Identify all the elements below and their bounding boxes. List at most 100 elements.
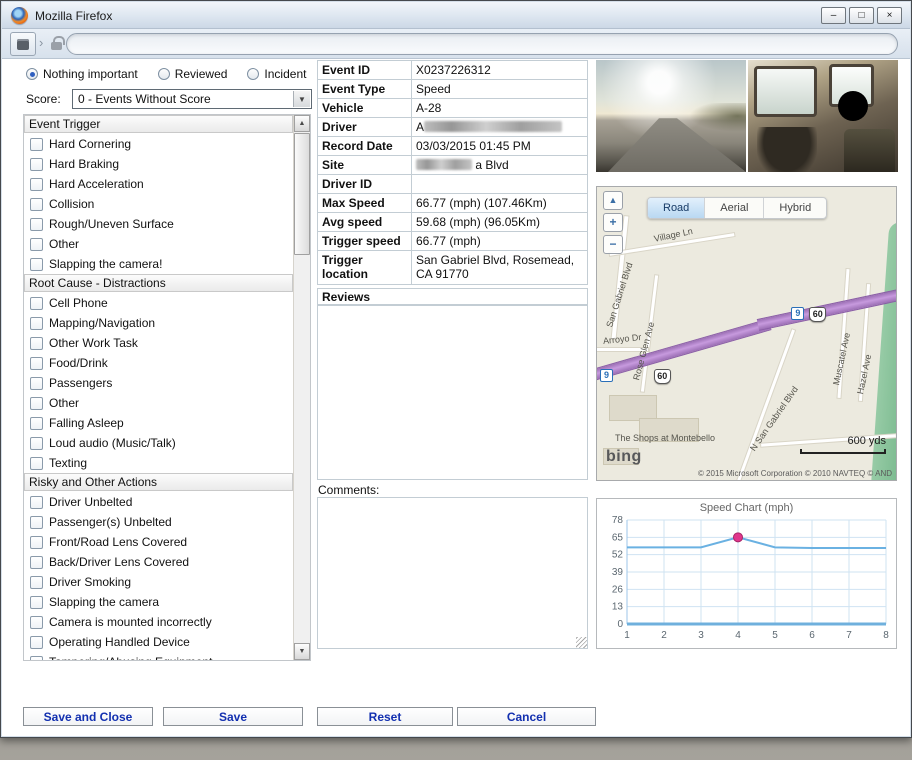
svg-text:65: 65 xyxy=(612,532,624,543)
radio-option-reviewed[interactable]: Reviewed xyxy=(158,67,228,81)
checkbox[interactable] xyxy=(30,437,43,450)
checklist-scrollbar[interactable]: ▲ ▼ xyxy=(293,115,310,660)
cab-camera-image[interactable] xyxy=(748,60,898,172)
checklist-item-other-work-task[interactable]: Other Work Task xyxy=(24,333,293,353)
checkbox[interactable] xyxy=(30,317,43,330)
checklist-item-tampering-abusing-equipment[interactable]: Tampering/Abusing Equipment xyxy=(24,652,293,660)
event-details-table: Event IDX0237226312Event TypeSpeedVehicl… xyxy=(317,60,588,285)
checkbox[interactable] xyxy=(30,377,43,390)
map-scale: 600 yds xyxy=(800,435,886,454)
map-compass-button[interactable]: ▲ xyxy=(603,191,623,210)
checklist-item-hard-cornering[interactable]: Hard Cornering xyxy=(24,134,293,154)
reset-button[interactable]: Reset xyxy=(317,707,453,726)
checkbox[interactable] xyxy=(30,357,43,370)
checklist-group-header: Event Trigger xyxy=(24,115,293,133)
checkbox[interactable] xyxy=(30,636,43,649)
checklist-item-front-road-lens-covered[interactable]: Front/Road Lens Covered xyxy=(24,532,293,552)
bing-logo: bing xyxy=(606,448,642,466)
checkbox[interactable] xyxy=(30,496,43,509)
checkbox[interactable] xyxy=(30,397,43,410)
map-zoom-out-button[interactable]: − xyxy=(603,235,623,254)
minimize-button[interactable]: – xyxy=(821,7,846,24)
cancel-button[interactable]: Cancel xyxy=(457,707,596,726)
dropdown-arrow-icon[interactable]: ▼ xyxy=(293,91,310,107)
checklist-item-food-drink[interactable]: Food/Drink xyxy=(24,353,293,373)
reviews-list xyxy=(317,305,588,480)
checkbox[interactable] xyxy=(30,158,43,171)
checklist-item-hard-braking[interactable]: Hard Braking xyxy=(24,154,293,174)
checklist-item-back-driver-lens-covered[interactable]: Back/Driver Lens Covered xyxy=(24,552,293,572)
camera-images xyxy=(596,60,898,172)
checklist-item-hard-acceleration[interactable]: Hard Acceleration xyxy=(24,174,293,194)
checkbox[interactable] xyxy=(30,576,43,589)
title-bar[interactable]: Mozilla Firefox – □ × xyxy=(2,2,910,29)
checkbox[interactable] xyxy=(30,218,43,231)
radio-option-nothing-important[interactable]: Nothing important xyxy=(26,67,138,81)
checkbox[interactable] xyxy=(30,238,43,251)
checkbox[interactable] xyxy=(30,258,43,271)
lock-icon[interactable] xyxy=(51,42,62,50)
checklist-item-label: Cell Phone xyxy=(49,296,108,310)
scroll-up-button[interactable]: ▲ xyxy=(294,115,310,132)
checklist-item-camera-is-mounted-incorrectly[interactable]: Camera is mounted incorrectly xyxy=(24,612,293,632)
checkbox[interactable] xyxy=(30,616,43,629)
checklist-item-other[interactable]: Other xyxy=(24,234,293,254)
checklist-item-mapping-navigation[interactable]: Mapping/Navigation xyxy=(24,313,293,333)
score-select[interactable]: 0 - Events Without Score ▼ xyxy=(72,89,312,109)
map-zoom-in-button[interactable]: + xyxy=(603,213,623,232)
checkbox[interactable] xyxy=(30,297,43,310)
map-freeway xyxy=(757,288,897,331)
save-button[interactable]: Save xyxy=(163,707,303,726)
checklist-item-falling-asleep[interactable]: Falling Asleep xyxy=(24,413,293,433)
checklist-item-passengers[interactable]: Passengers xyxy=(24,373,293,393)
radio-option-incident[interactable]: Incident xyxy=(247,67,306,81)
speed-chart: 123456780132639526578 xyxy=(597,514,896,646)
checkbox[interactable] xyxy=(30,556,43,569)
checklist-item-passenger-s-unbelted[interactable]: Passenger(s) Unbelted xyxy=(24,512,293,532)
checkbox[interactable] xyxy=(30,417,43,430)
radio-icon xyxy=(26,68,38,80)
checkbox[interactable] xyxy=(30,457,43,470)
map-type-aerial[interactable]: Aerial xyxy=(705,198,764,218)
url-input[interactable] xyxy=(66,33,898,55)
route-shield-60: 60 xyxy=(654,369,671,384)
checklist-item-label: Driver Smoking xyxy=(49,575,131,589)
checkbox[interactable] xyxy=(30,596,43,609)
checklist-item-collision[interactable]: Collision xyxy=(24,194,293,214)
checkbox[interactable] xyxy=(30,198,43,211)
checkbox[interactable] xyxy=(30,138,43,151)
save-and-close-button[interactable]: Save and Close xyxy=(23,707,153,726)
svg-text:26: 26 xyxy=(612,584,624,595)
checklist-item-slapping-the-camera[interactable]: Slapping the camera! xyxy=(24,254,293,274)
scroll-down-button[interactable]: ▼ xyxy=(294,643,310,660)
road-camera-image[interactable] xyxy=(596,60,746,172)
maximize-button[interactable]: □ xyxy=(849,7,874,24)
checkbox[interactable] xyxy=(30,536,43,549)
map-scale-text: 600 yds xyxy=(847,435,886,447)
close-button[interactable]: × xyxy=(877,7,902,24)
map-type-road[interactable]: Road xyxy=(648,198,705,218)
checklist-item-other[interactable]: Other xyxy=(24,393,293,413)
bing-map[interactable]: ▲ + − RoadAerialHybrid 600 yds bing © 20… xyxy=(596,186,897,481)
checklist-item-texting[interactable]: Texting xyxy=(24,453,293,473)
site-identity-button[interactable] xyxy=(10,32,36,56)
scrollbar-thumb[interactable] xyxy=(294,133,310,255)
map-type-hybrid[interactable]: Hybrid xyxy=(764,198,826,218)
checkbox[interactable] xyxy=(30,656,43,661)
checklist-item-rough-uneven-surface[interactable]: Rough/Uneven Surface xyxy=(24,214,293,234)
field-value-record-date: 03/03/2015 01:45 PM xyxy=(412,137,588,156)
checkbox[interactable] xyxy=(30,178,43,191)
checklist-item-operating-handled-device[interactable]: Operating Handled Device xyxy=(24,632,293,652)
checklist-item-driver-smoking[interactable]: Driver Smoking xyxy=(24,572,293,592)
checklist-item-loud-audio-music-talk[interactable]: Loud audio (Music/Talk) xyxy=(24,433,293,453)
checkbox[interactable] xyxy=(30,516,43,529)
field-value-trigger-location: San Gabriel Blvd, Rosemead, CA 91770 xyxy=(412,251,588,285)
browser-toolbar: › xyxy=(2,29,910,59)
checklist-item-cell-phone[interactable]: Cell Phone xyxy=(24,293,293,313)
checklist-item-label: Loud audio (Music/Talk) xyxy=(49,436,176,450)
resize-grip[interactable] xyxy=(576,637,587,648)
checklist-item-slapping-the-camera[interactable]: Slapping the camera xyxy=(24,592,293,612)
comments-textarea[interactable] xyxy=(317,497,588,649)
checklist-item-driver-unbelted[interactable]: Driver Unbelted xyxy=(24,492,293,512)
checkbox[interactable] xyxy=(30,337,43,350)
